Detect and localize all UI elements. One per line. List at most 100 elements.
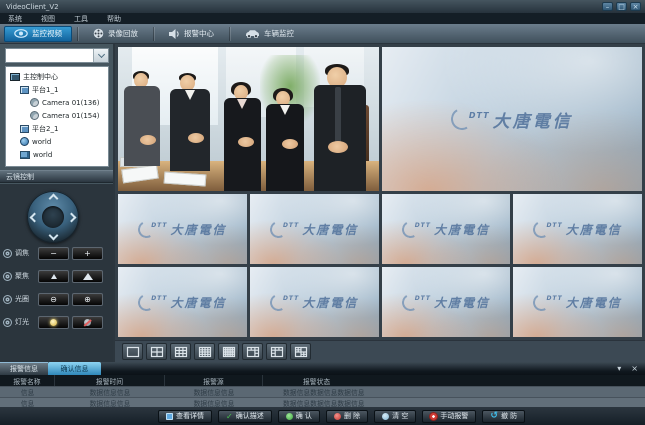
disarm-icon: ↺	[490, 412, 498, 420]
window-controls: – □ ×	[602, 2, 641, 11]
video-tile[interactable]: DTT大唐電信	[382, 267, 511, 337]
layout-4-button[interactable]	[146, 343, 167, 360]
tab-confirm-info[interactable]: 确认信息	[48, 362, 101, 375]
manual-alarm-button[interactable]: 手动报警	[422, 410, 476, 423]
datang-logo: DTT大唐電信	[513, 194, 642, 264]
tree-item-control-center[interactable]: 主控制中心	[8, 70, 108, 83]
col-alarm-status: 报警状态	[263, 375, 645, 386]
col-alarm-source: 报警源	[165, 375, 263, 386]
tab-label: 报警信息	[10, 364, 38, 374]
button-label: 删 除	[344, 411, 360, 421]
video-tile[interactable]: DTT大唐電信	[382, 194, 511, 264]
maximize-button[interactable]: □	[616, 2, 627, 11]
layout-split-button[interactable]	[290, 343, 311, 360]
datang-logo: DTT大唐電信	[118, 267, 247, 337]
detail-icon	[166, 413, 173, 420]
iris-close-button[interactable]: ⊖	[38, 293, 69, 306]
layout-25-button[interactable]	[218, 343, 239, 360]
delete-button[interactable]: 删 除	[326, 410, 368, 423]
layout-big-left-button[interactable]	[242, 343, 263, 360]
view-detail-button[interactable]: 查看详情	[158, 410, 212, 423]
disarm-button[interactable]: ↺ 撤 防	[482, 410, 525, 423]
video-grid: DTT 大唐電信 DTT大唐電信 DTT大唐電信 DTT大唐電信 DTT大唐電信…	[115, 44, 645, 340]
datang-logo: DTT大唐電信	[118, 194, 247, 264]
layout-1-button[interactable]	[122, 343, 143, 360]
focus-near-button[interactable]	[38, 270, 69, 283]
video-tile[interactable]: DTT大唐電信	[118, 267, 247, 337]
collapse-panel-icon[interactable]: ▾	[617, 363, 621, 374]
live-video-tile[interactable]	[118, 47, 379, 191]
datang-logo: DTT大唐電信	[513, 267, 642, 337]
col-alarm-time: 报警时间	[55, 375, 165, 386]
eye-icon	[14, 29, 28, 38]
layout-9-button[interactable]	[170, 343, 191, 360]
tab-live-video[interactable]: 监控视频	[4, 26, 72, 42]
zoom-out-button[interactable]: −	[38, 247, 69, 260]
camera-icon	[30, 98, 39, 107]
tree-item-world-2[interactable]: world	[8, 148, 108, 161]
sidebar: 主控制中心 平台1_1 Camera 01(136) Camera 01(154…	[0, 44, 115, 362]
menu-tools[interactable]: 工具	[74, 14, 88, 24]
delete-icon	[334, 413, 341, 420]
ptz-left-arrow[interactable]	[30, 213, 40, 223]
datang-logo-name: 大唐電信	[171, 221, 227, 238]
menu-help[interactable]: 帮助	[107, 14, 121, 24]
ptz-row-label: 光圈	[15, 294, 35, 304]
tab-label: 报警中心	[184, 28, 214, 39]
video-tile[interactable]: DTT大唐電信	[118, 194, 247, 264]
tree-item-camera-154[interactable]: Camera 01(154)	[8, 109, 108, 122]
toolbar-separator	[229, 27, 230, 41]
tree-label: Camera 01(154)	[42, 112, 99, 120]
alarm-panel: 报警信息 确认信息 ▾ × 报警名称 报警时间 报警源 报警状态 信息 数据信息…	[0, 362, 645, 407]
tree-item-platform1[interactable]: 平台1_1	[8, 83, 108, 96]
computer-icon	[20, 125, 29, 133]
combo-dropdown-button[interactable]	[93, 49, 108, 62]
light-off-button[interactable]	[72, 316, 103, 329]
ptz-row-label: 聚焦	[15, 271, 35, 281]
menu-view[interactable]: 视图	[41, 14, 55, 24]
video-tile[interactable]: DTT大唐電信	[250, 194, 379, 264]
menu-system[interactable]: 系统	[8, 14, 22, 24]
video-tile[interactable]: DTT大唐電信	[250, 267, 379, 337]
tab-label: 录像回放	[108, 28, 138, 39]
table-row[interactable]: 信息 数据信息信息 数据信息信息 数据信息数据信息数据信息	[0, 386, 645, 397]
ptz-iris-row: 光圈 ⊖ ⊕	[3, 292, 111, 306]
ptz-dpad	[27, 191, 79, 243]
focus-far-button[interactable]	[72, 270, 103, 283]
ptz-header-label: 云镜控制	[6, 172, 34, 182]
confirm-description-button[interactable]: ✓ 确认描述	[218, 410, 272, 423]
focus-icon	[3, 272, 12, 281]
globe-icon	[20, 137, 29, 146]
alarm-tab-bar: 报警信息 确认信息 ▾ ×	[0, 362, 645, 375]
video-client-window: VideoClient_V2 – □ × 系统 视图 工具 帮助 监控视频	[0, 0, 645, 425]
ptz-down-arrow[interactable]	[49, 231, 59, 241]
video-tile[interactable]: DTT大唐電信	[513, 267, 642, 337]
confirm-button[interactable]: 确 认	[278, 410, 320, 423]
clear-button[interactable]: 清 空	[374, 410, 416, 423]
layout-16-button[interactable]	[194, 343, 215, 360]
zoom-in-button[interactable]: +	[72, 247, 103, 260]
iris-open-button[interactable]: ⊕	[72, 293, 103, 306]
close-panel-icon[interactable]: ×	[631, 363, 638, 374]
minimize-button[interactable]: –	[602, 2, 613, 11]
alarm-table-header: 报警名称 报警时间 报警源 报警状态	[0, 375, 645, 386]
tree-item-camera-136[interactable]: Camera 01(136)	[8, 96, 108, 109]
device-combo-input[interactable]	[6, 49, 93, 62]
tree-item-platform2[interactable]: 平台2_1	[8, 122, 108, 135]
ptz-up-arrow[interactable]	[49, 194, 59, 204]
tab-label: 确认信息	[61, 364, 89, 374]
tree-item-world-1[interactable]: world	[8, 135, 108, 148]
light-on-button[interactable]	[38, 316, 69, 329]
tree-label: 平台1_1	[32, 85, 58, 95]
tab-vehicle-monitor[interactable]: 车辆监控	[235, 26, 304, 42]
video-tile[interactable]: DTT大唐電信	[513, 194, 642, 264]
tab-playback[interactable]: 录像回放	[83, 26, 148, 42]
datang-logo: DTT大唐電信	[250, 194, 379, 264]
close-button[interactable]: ×	[630, 2, 641, 11]
tab-alarm-center[interactable]: 报警中心	[159, 26, 224, 42]
ptz-right-arrow[interactable]	[67, 213, 77, 223]
manual-alarm-icon	[430, 413, 437, 420]
tab-alarm-info[interactable]: 报警信息	[0, 362, 48, 375]
video-tile[interactable]: DTT 大唐電信	[382, 47, 643, 191]
layout-big-right-button[interactable]	[266, 343, 287, 360]
